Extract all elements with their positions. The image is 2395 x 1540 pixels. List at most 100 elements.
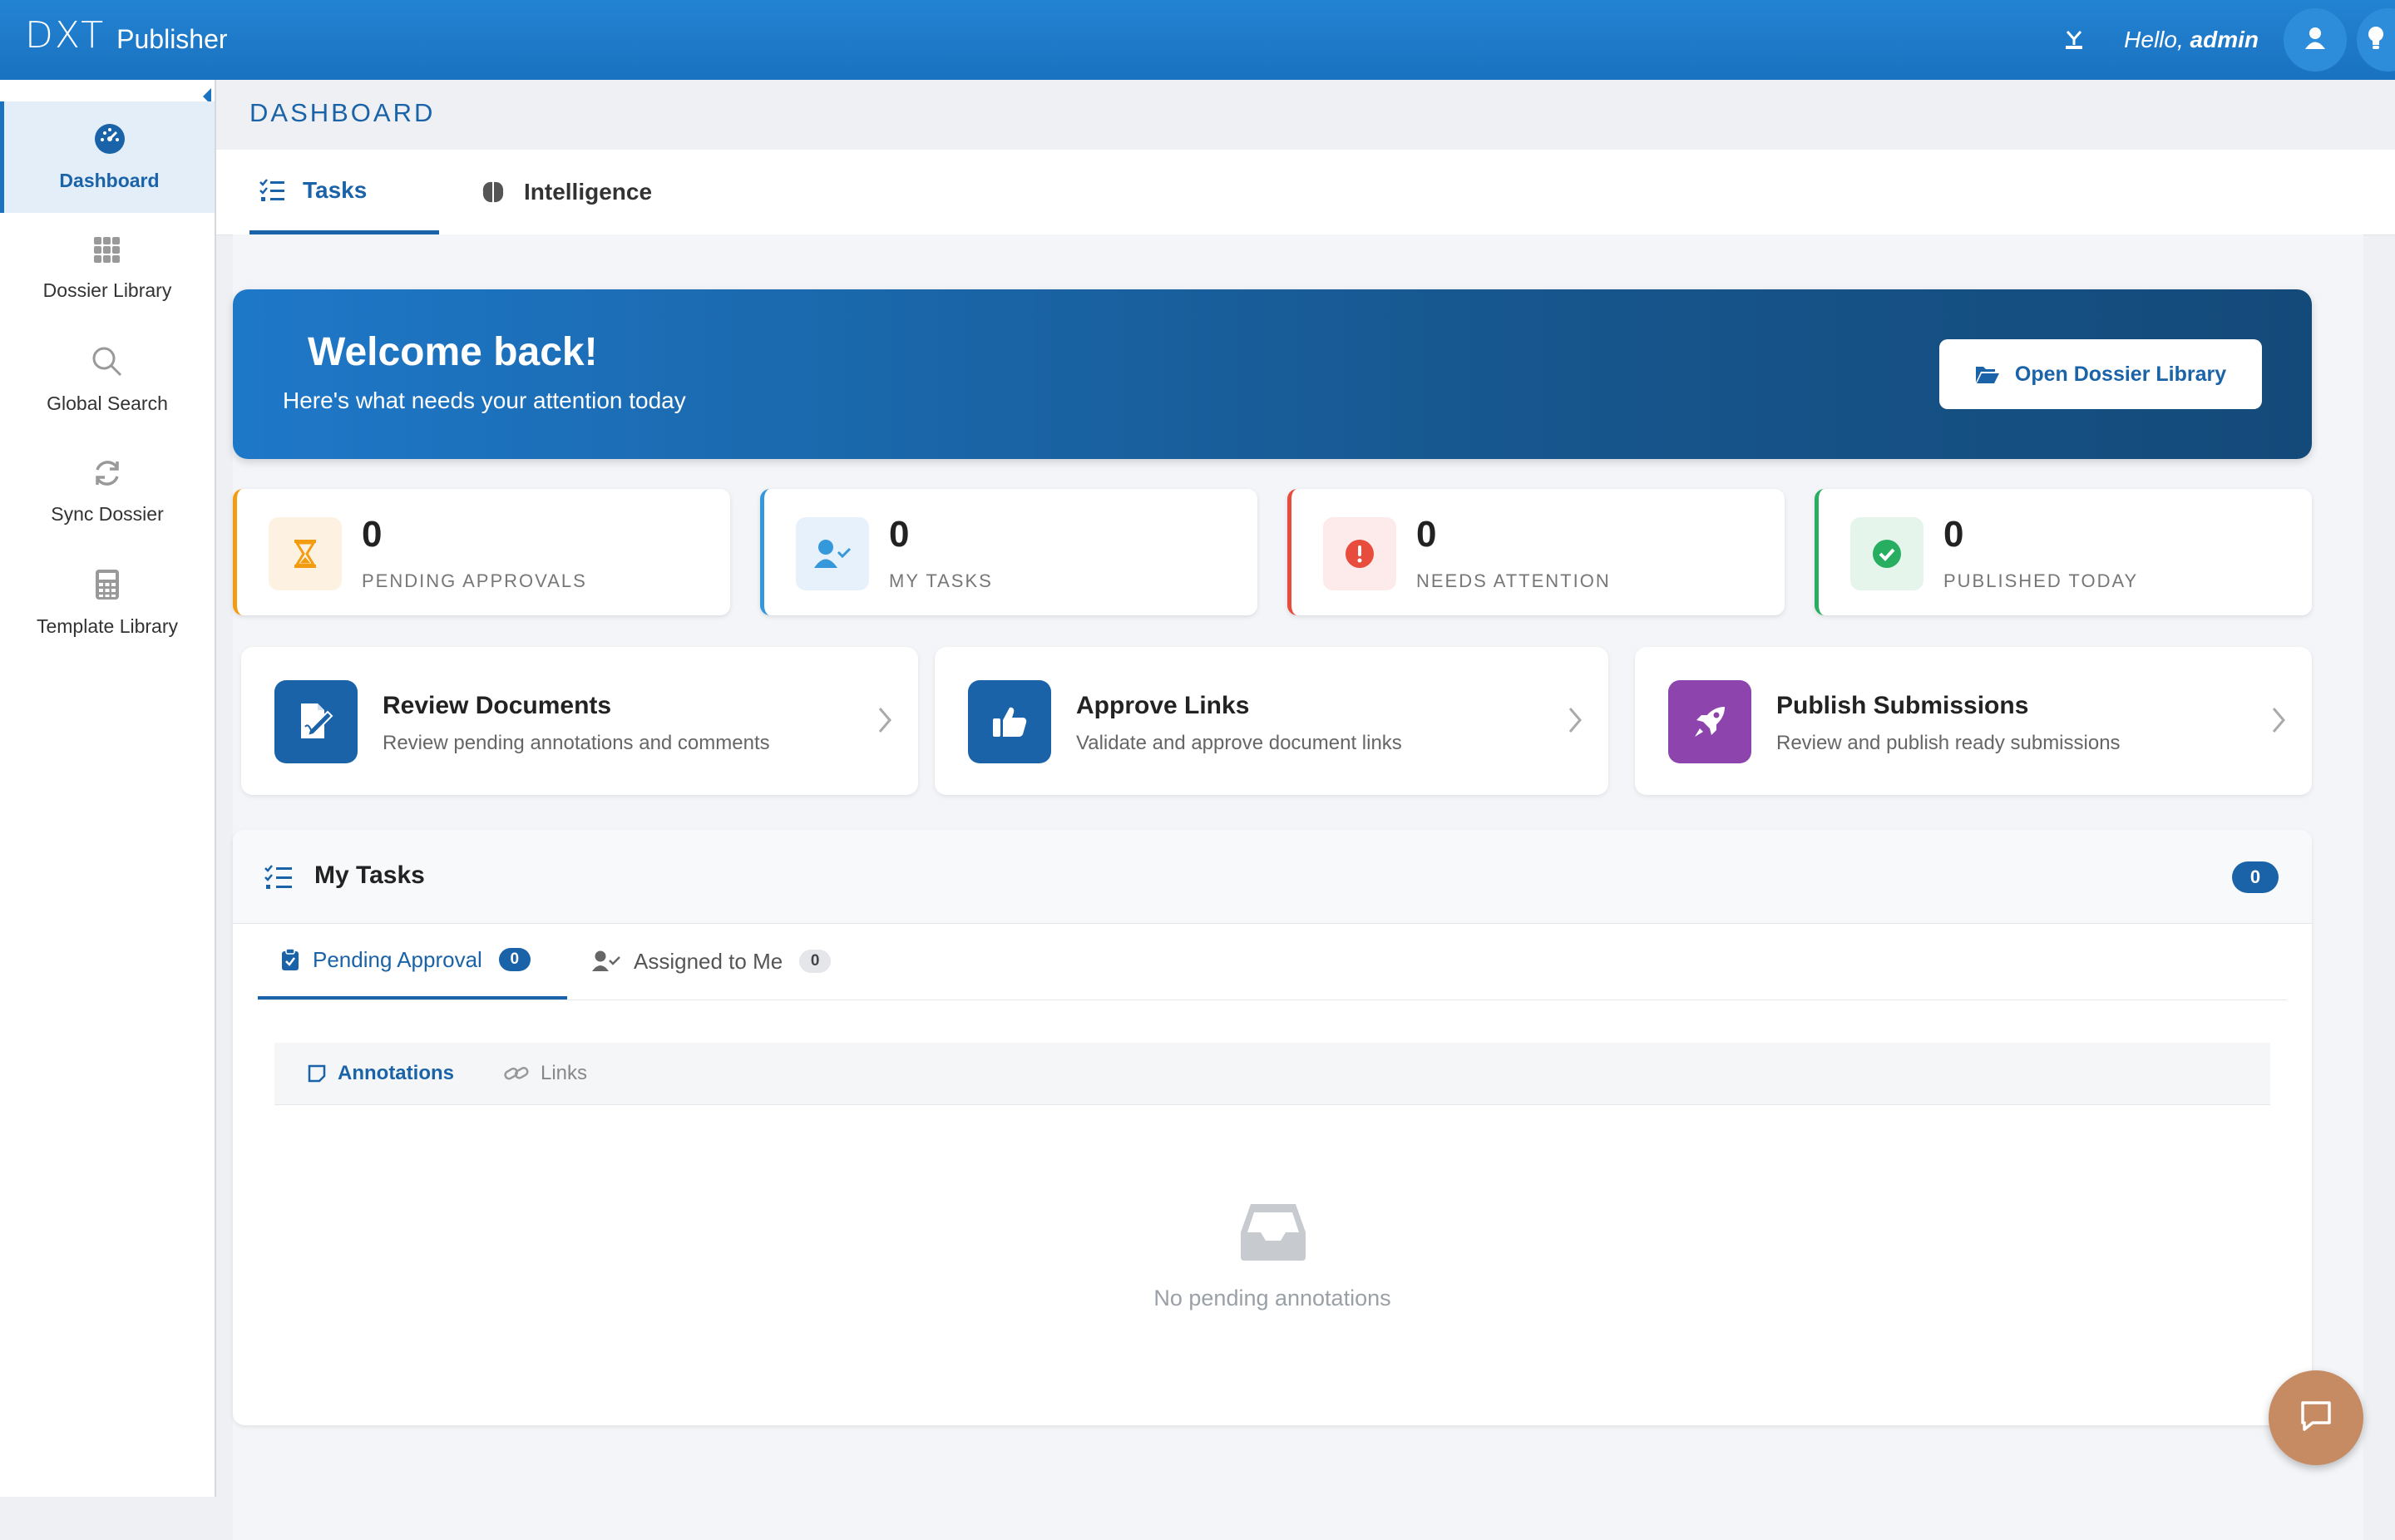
top-bar: DXT Publisher Hello, admin [0,0,2395,80]
tab-assigned-to-me[interactable]: Assigned to Me 0 [592,923,832,1000]
grid-icon [93,236,121,269]
tab-label: Assigned to Me [634,948,783,974]
link-icon [504,1064,529,1083]
stat-value: 0 [362,514,383,555]
gauge-icon [94,123,126,160]
sidebar: Dashboard Dossier Library Global Search … [0,80,216,1497]
approve-links-card[interactable]: Approve Links Validate and approve docum… [935,647,1608,795]
stat-label: PUBLISHED TODAY [1943,570,2139,591]
publish-submissions-card[interactable]: Publish Submissions Review and publish r… [1635,647,2312,795]
logo-name: Publisher [116,24,228,54]
stat-card-pending-approvals[interactable]: 0 PENDING APPROVALS [233,489,730,615]
action-title: Review Documents [383,692,612,719]
main-area: DASHBOARD Tasks Intelligence Welcome bac… [216,80,2395,1540]
tab-label: Tasks [303,176,368,203]
tab-label: Intelligence [524,179,653,205]
sidebar-item-dossier-library[interactable]: Dossier Library [0,213,215,324]
app-logo[interactable]: DXT Publisher [25,15,228,57]
thumbs-up-icon [968,680,1051,763]
sidebar-item-label: Dossier Library [42,279,172,301]
my-tasks-header: My Tasks 0 [233,830,2312,924]
sidebar-item-label: Global Search [47,392,168,414]
tasks-list-icon [264,865,293,890]
user-check-icon [592,950,620,972]
pending-approval-count: 0 [498,948,531,971]
stat-label: MY TASKS [889,570,993,591]
alert-icon [1323,517,1396,590]
sidebar-item-dashboard[interactable]: Dashboard [0,101,215,213]
action-subtitle: Review pending annotations and comments [383,732,770,754]
logo-mark: DXT [25,14,106,57]
my-tasks-tabs: Pending Approval 0 Assigned to Me 0 [258,923,2287,1000]
hourglass-icon [269,517,342,590]
check-circle-icon [1850,517,1923,590]
stat-card-my-tasks[interactable]: 0 MY TASKS [760,489,1257,615]
inbox-icon [1239,1202,1307,1266]
dashboard-content: Welcome back! Here's what needs your att… [233,234,2363,1540]
greeting: Hello, admin [2124,27,2259,53]
stat-value: 0 [1943,514,1964,555]
chevron-right-icon [1567,705,1583,739]
note-icon [308,1064,326,1083]
stat-label: PENDING APPROVALS [362,570,587,591]
user-check-icon [796,517,869,590]
my-tasks-title: My Tasks [314,861,425,889]
page-header: DASHBOARD [216,80,2395,151]
folder-open-icon [1975,364,2000,384]
lightbulb-icon [2367,26,2385,55]
calculator-icon [95,569,120,605]
user-icon [2304,27,2326,54]
export-icon[interactable] [2062,28,2086,52]
tab-annotations[interactable]: Annotations [308,1043,454,1104]
sidebar-item-label: Template Library [36,615,179,637]
tasks-list-icon [259,178,284,202]
greeting-text: Hello, [2124,27,2184,52]
chevron-right-icon [877,705,893,739]
sidebar-item-label: Dashboard [59,169,160,191]
open-dossier-library-label: Open Dossier Library [2014,362,2227,386]
tab-intelligence[interactable]: Intelligence [481,150,652,234]
clipboard-check-icon [281,948,299,971]
tab-label: Annotations [338,1062,454,1084]
tab-pending-approval[interactable]: Pending Approval 0 [258,923,567,1000]
my-tasks-count-badge: 0 [2232,861,2279,893]
username: admin [2190,27,2259,52]
tab-label: Pending Approval [313,946,482,972]
search-icon [91,346,123,383]
stat-value: 0 [889,514,910,555]
my-tasks-panel: My Tasks 0 Pending Approval 0 Assigned t… [233,830,2312,1425]
brain-icon [481,180,506,204]
stat-value: 0 [1416,514,1437,555]
welcome-subtitle: Here's what needs your attention today [283,387,686,413]
empty-state-text: No pending annotations [1153,1286,1391,1310]
action-subtitle: Review and publish ready submissions [1776,732,2121,754]
sidebar-item-sync-dossier[interactable]: Sync Dossier [0,436,215,547]
action-title: Approve Links [1076,692,1250,719]
welcome-title: Welcome back! [308,330,598,374]
task-type-tabs: Annotations Links [274,1043,2270,1105]
sidebar-item-template-library[interactable]: Template Library [0,547,215,659]
sync-icon [92,458,122,493]
rocket-icon [1668,680,1751,763]
chat-button[interactable] [2269,1370,2363,1465]
document-edit-icon [274,680,358,763]
open-dossier-library-button[interactable]: Open Dossier Library [1939,339,2262,409]
chat-icon [2298,1398,2334,1439]
main-tabs: Tasks Intelligence [216,150,2395,235]
tab-tasks[interactable]: Tasks [249,150,439,234]
stat-label: NEEDS ATTENTION [1416,570,1611,591]
page-title: DASHBOARD [249,98,436,127]
welcome-banner: Welcome back! Here's what needs your att… [233,289,2312,459]
tab-label: Links [541,1062,588,1084]
action-title: Publish Submissions [1776,692,2029,719]
chevron-right-icon [2270,705,2287,739]
tips-button[interactable] [2357,8,2395,72]
assigned-to-me-count: 0 [799,950,832,973]
stat-card-published-today[interactable]: 0 PUBLISHED TODAY [1815,489,2312,615]
review-documents-card[interactable]: Review Documents Review pending annotati… [241,647,918,795]
user-menu-button[interactable] [2284,8,2347,72]
stat-card-needs-attention[interactable]: 0 NEEDS ATTENTION [1287,489,1785,615]
sidebar-item-global-search[interactable]: Global Search [0,324,215,436]
tab-links[interactable]: Links [504,1043,587,1104]
sidebar-item-label: Sync Dossier [51,502,164,525]
